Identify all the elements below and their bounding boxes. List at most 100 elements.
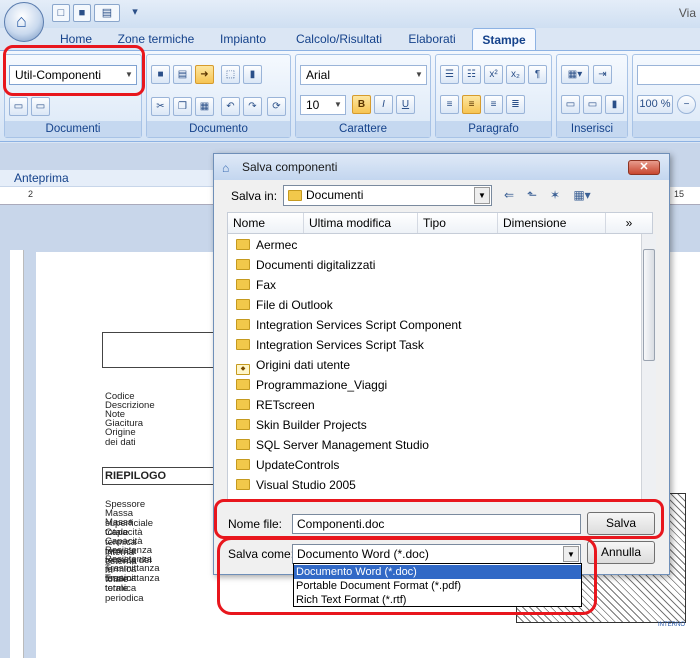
list-item[interactable]: RETscreen [236,396,315,414]
view-menu-icon[interactable]: ▦▾ [568,186,596,204]
redo-icon[interactable]: ↷ [243,97,262,116]
justify-icon[interactable]: ≣ [506,95,525,114]
remove-document-icon[interactable]: ▭ [31,97,50,116]
cancel-button[interactable]: Annulla [587,541,655,564]
more-columns-icon[interactable]: » [606,213,652,233]
list-item[interactable]: Documenti digitalizzati [236,256,375,274]
column-header-tipo[interactable]: Tipo [418,213,498,233]
page-break-icon[interactable]: ⇥ [593,65,612,84]
subscript-button[interactable]: x₂ [506,65,525,84]
paragraph-mark-button[interactable]: ¶ [528,65,547,84]
undo-icon[interactable]: ↶ [221,97,240,116]
group-documento: ■ ▤ ➜ ⬚ ▮ ✂ ❐ ▦ ↶ ↷ ⟳ Documento [146,54,291,138]
list-item[interactable]: UpdateControls [236,456,339,474]
insert-image-icon[interactable]: ▮ [605,95,624,114]
summary-row-label: Trasmittanza termica periodica [105,572,160,604]
align-right-icon[interactable]: ≡ [484,95,503,114]
group-carattere: Arial ▼ 10 ▼ B I U Carattere [295,54,431,138]
list-item[interactable]: Aermec [236,236,297,254]
save-as-label: Salva come: [228,547,295,561]
tab-impianto[interactable]: Impianto [210,28,276,50]
save-doc-icon[interactable]: ■ [151,65,170,84]
list-item-label: Aermec [256,238,298,252]
footer-icon[interactable]: ▭ [583,95,602,114]
list-item[interactable]: ◆ Origini dati utente [236,356,350,375]
tab-elaborati[interactable]: Elaborati [400,28,464,50]
zoom-out-icon[interactable]: − [677,95,696,114]
print-settings-icon[interactable]: ▤ [94,4,120,22]
ribbon-tabs: Home Zone termiche Impianto Calcolo/Risu… [0,28,700,50]
back-arrow-icon[interactable]: ⇐ [499,186,519,204]
scrollbar-thumb[interactable] [643,249,655,361]
zoom-input[interactable] [637,65,700,85]
file-type-select[interactable]: Documento Word (*.doc) ▼ [292,544,581,564]
numbered-list-icon[interactable]: ☷ [462,65,481,84]
save-button[interactable]: Salva [587,512,655,535]
select-area-icon[interactable]: ⬚ [221,65,240,84]
document-header-box [102,332,217,368]
chevron-down-icon[interactable]: ▼ [563,546,579,562]
filename-input[interactable]: Componenti.doc [292,514,581,534]
font-family-select[interactable]: Arial ▼ [300,65,427,85]
list-item[interactable]: Visual Studio 2005 [236,476,356,494]
list-item[interactable]: Programmazione_Viaggi [236,376,387,394]
application-menu-button[interactable]: ⌂ [4,2,44,42]
list-item[interactable]: File di Outlook [236,296,333,314]
folder-icon [236,239,250,250]
group-label-inserisci: Inserisci [557,121,627,137]
file-type-dropdown[interactable]: Documento Word (*.doc) Portable Document … [293,563,582,607]
tab-stampe[interactable]: Stampe [472,28,536,50]
tab-calcolo-risultati[interactable]: Calcolo/Risultati [284,28,394,50]
header-icon[interactable]: ▭ [561,95,580,114]
tab-home[interactable]: Home [48,28,104,50]
paste-icon[interactable]: ▦ [195,97,214,116]
list-item[interactable]: Integration Services Script Component [236,316,461,334]
list-item[interactable]: Skin Builder Projects [236,416,367,434]
up-folder-icon[interactable]: ⬑ [522,186,542,204]
bullet-list-icon[interactable]: ☰ [440,65,459,84]
add-document-icon[interactable]: ▭ [9,97,28,116]
new-folder-icon[interactable]: ✶ [545,186,565,204]
print-icon[interactable]: ▤ [173,65,192,84]
vertical-ruler[interactable] [10,250,24,658]
file-type-option[interactable]: Rich Text Format (*.rtf) [294,593,581,607]
group-label-zoom [633,121,700,137]
tab-zone-termiche[interactable]: Zone termiche [110,28,202,50]
group-documenti: Util-Componenti ▼ ▭ ▭ Documenti [4,54,142,138]
zoom-value[interactable]: 100 % [637,95,673,114]
list-item-label: Fax [256,278,277,292]
insert-table-icon[interactable]: ▦▾ [561,65,589,84]
export-icon[interactable]: ➜ [195,65,214,84]
column-header-dimensione[interactable]: Dimensione [498,213,606,233]
chevron-down-icon[interactable]: ▼ [474,187,490,204]
superscript-button[interactable]: x² [484,65,503,84]
new-document-icon[interactable]: □ [52,4,70,22]
file-list[interactable]: Aermec Documenti digitalizzati Fax File di … [227,234,656,500]
dialog-title: Salva componenti [214,154,669,180]
book-icon[interactable]: ▮ [243,65,262,84]
customize-quick-access-icon[interactable]: ▾ [126,4,144,22]
column-header-ultima-modifica[interactable]: Ultima modifica [304,213,418,233]
align-center-icon[interactable]: ≡ [462,95,481,114]
copy-icon[interactable]: ❐ [173,97,192,116]
font-size-select[interactable]: 10 ▼ [300,95,346,115]
close-icon[interactable]: ✕ [628,160,660,175]
column-header-nome[interactable]: Nome [228,213,304,233]
align-left-icon[interactable]: ≡ [440,95,459,114]
list-item[interactable]: SQL Server Management Studio [236,436,429,454]
list-item[interactable]: Fax [236,276,276,294]
folder-icon [236,479,250,490]
chevron-down-icon: ▼ [125,70,133,79]
preview-label: Anteprima [0,170,220,186]
cut-icon[interactable]: ✂ [151,97,170,116]
file-type-option[interactable]: Documento Word (*.doc) [294,565,581,579]
save-icon[interactable]: ■ [73,4,91,22]
list-item[interactable]: Integration Services Script Task [236,336,424,354]
save-in-select[interactable]: Documenti ▼ [283,185,492,206]
document-selector[interactable]: Util-Componenti ▼ [9,65,137,85]
italic-button[interactable]: I [374,95,393,114]
refresh-icon[interactable]: ⟳ [267,97,286,116]
bold-button[interactable]: B [352,95,371,114]
underline-button[interactable]: U [396,95,415,114]
file-type-option[interactable]: Portable Document Format (*.pdf) [294,579,581,593]
